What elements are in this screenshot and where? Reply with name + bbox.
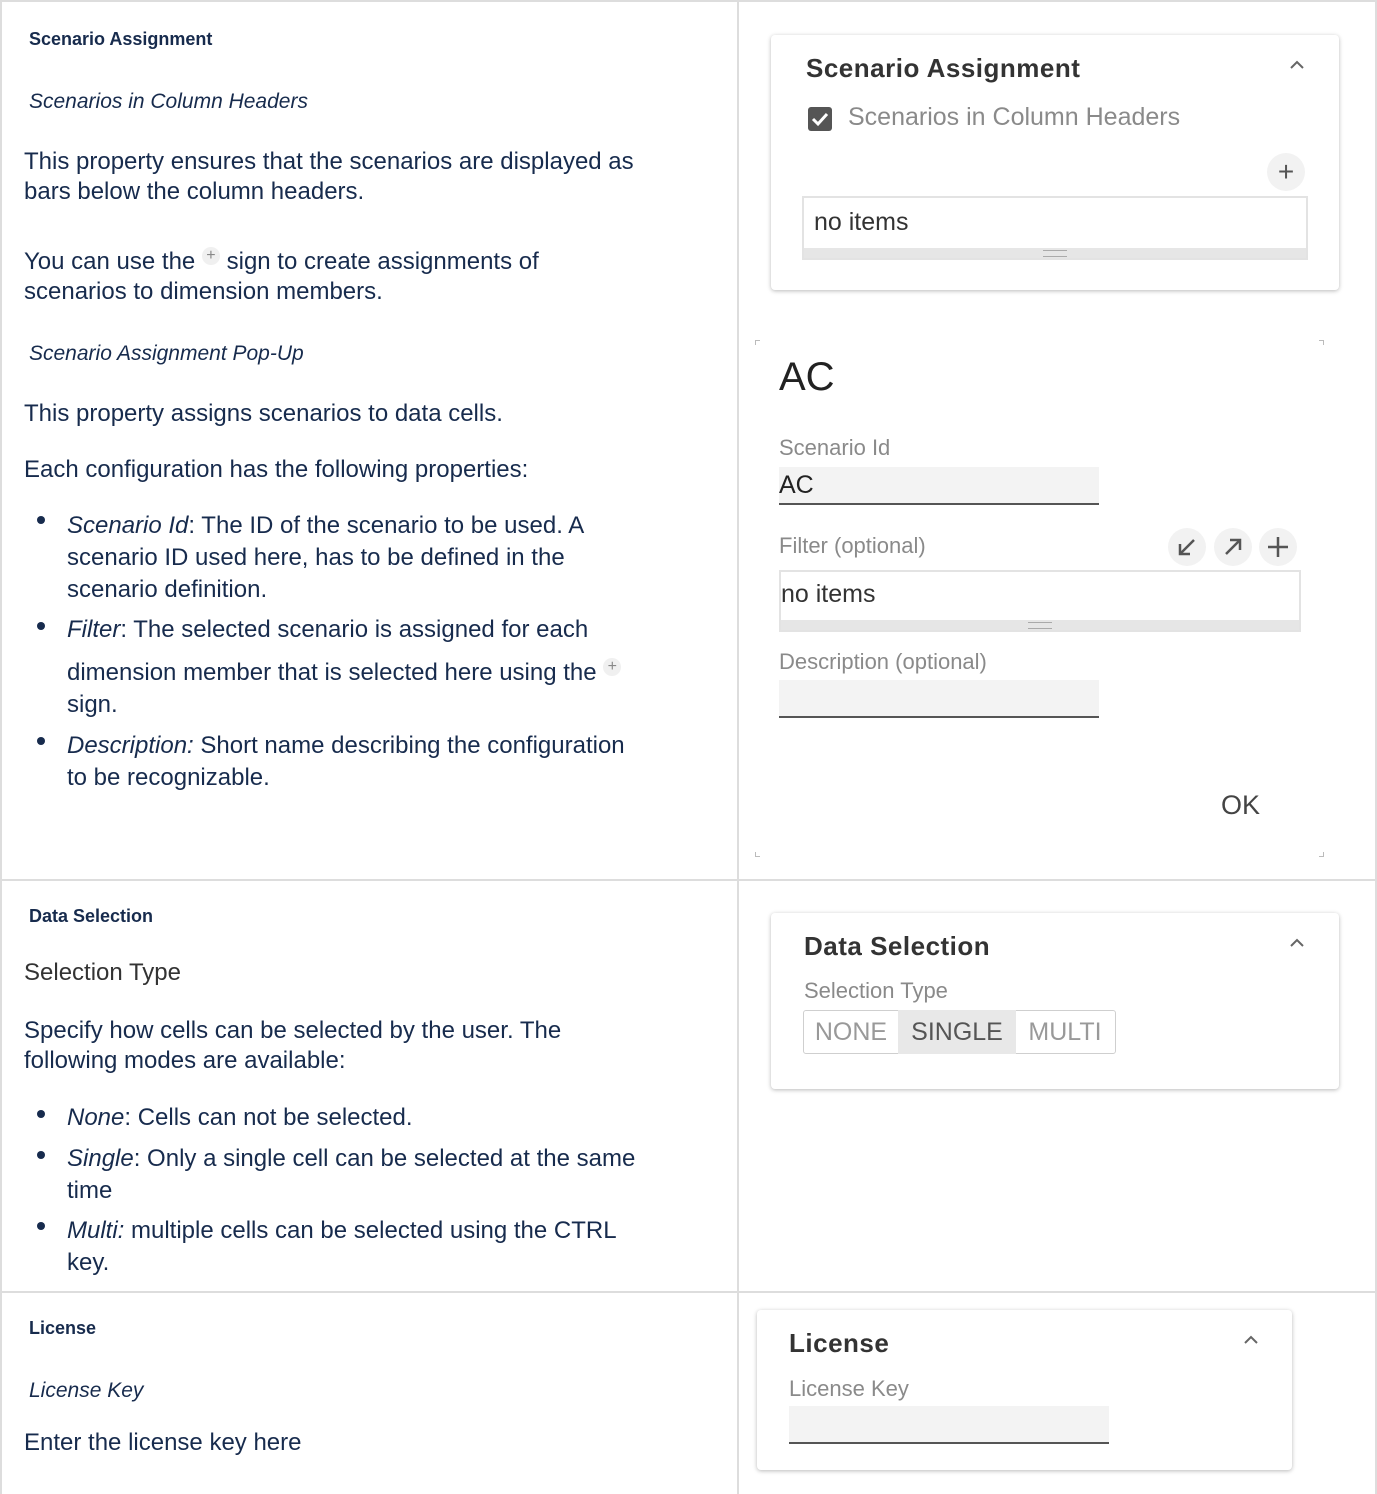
list-item: Filter: The selected scenario is assigne… xyxy=(67,614,588,646)
plus-icon: + xyxy=(201,247,220,265)
checkbox-label[interactable]: Scenarios in Column Headers xyxy=(848,103,1180,132)
list-item-cont: sign. xyxy=(67,691,118,718)
empty-list-text: no items xyxy=(814,208,909,236)
popup-title: AC xyxy=(779,355,835,399)
data-selection-card: Data Selection Selection Type xyxy=(771,913,1339,1089)
text-run: sign to create assignments of xyxy=(226,248,539,275)
paragraph-line: Enter the license key here xyxy=(24,1429,302,1456)
paragraph-line: Specify how cells can be selected by the… xyxy=(24,1017,562,1044)
chevron-up-icon[interactable] xyxy=(1287,55,1307,78)
ok-button[interactable]: OK xyxy=(1221,790,1260,821)
list-item-cont: dimension member that is selected here u… xyxy=(67,657,622,689)
card-title: Scenario Assignment xyxy=(806,53,1081,83)
paragraph-line: bars below the column headers. xyxy=(24,178,365,205)
subheading: Scenario Assignment Pop-Up xyxy=(29,342,304,365)
list-item-cont: scenario ID used here, has to be defined… xyxy=(67,544,565,571)
list-item-cont: time xyxy=(67,1177,113,1204)
scenario-id-value: AC xyxy=(779,471,814,499)
corner-mark xyxy=(1319,852,1324,857)
term: Filter xyxy=(67,616,121,643)
text-run: You can use the xyxy=(24,248,196,275)
scenario-list[interactable]: no items xyxy=(802,196,1308,260)
paragraph-line: You can use the + sign to create assignm… xyxy=(24,246,539,278)
card-title: Data Selection xyxy=(804,931,991,961)
list-item: Scenario Id: The ID of the scenario to b… xyxy=(67,510,584,542)
corner-mark xyxy=(755,340,760,345)
check-icon xyxy=(811,112,829,127)
description-label: Description (optional) xyxy=(779,649,987,674)
paragraph-line: following modes are available: xyxy=(24,1047,346,1074)
text-run: : The selected scenario is assigned for … xyxy=(120,616,589,643)
license-card: License License Key xyxy=(757,1310,1292,1470)
row-divider-1 xyxy=(0,879,1377,881)
arrow-up-right-icon[interactable] xyxy=(1214,528,1252,566)
license-key-label: License Key xyxy=(789,1376,909,1401)
scenario-id-input[interactable]: AC xyxy=(779,467,1099,505)
text-run: multiple cells can be selected using the… xyxy=(124,1217,617,1244)
text-run: Short name describing the configuration xyxy=(193,732,625,759)
corner-mark xyxy=(755,852,760,857)
filter-label: Filter (optional) xyxy=(779,533,926,558)
term: None xyxy=(67,1104,125,1131)
table-border-left xyxy=(0,0,2,1494)
plus-icon[interactable] xyxy=(1259,528,1297,566)
paragraph-line: This property ensures that the scenarios… xyxy=(24,148,634,175)
bullet-dot xyxy=(37,1222,45,1230)
license-key-input[interactable] xyxy=(789,1406,1109,1444)
text-run: : Only a single cell can be selected at … xyxy=(133,1145,636,1172)
list-item-cont: scenario definition. xyxy=(67,576,268,603)
bullet-dot xyxy=(37,1151,45,1159)
selection-type-label: Selection Type xyxy=(804,978,948,1003)
section-heading: Data Selection xyxy=(29,906,154,926)
chevron-up-icon[interactable] xyxy=(1287,933,1307,956)
bullet-dot xyxy=(37,622,45,630)
list-item-cont: key. xyxy=(67,1249,110,1276)
section-heading: License xyxy=(29,1318,97,1338)
corner-mark xyxy=(1319,340,1324,345)
empty-list-text: no items xyxy=(781,580,876,608)
text-run: : Cells can not be selected. xyxy=(124,1104,413,1131)
list-item-cont: to be recognizable. xyxy=(67,764,270,791)
option-none[interactable]: NONE xyxy=(804,1010,898,1054)
add-button[interactable]: + xyxy=(1267,153,1305,191)
list-item: Description: Short name describing the c… xyxy=(67,730,625,762)
term: Multi: xyxy=(67,1217,125,1244)
option-multi[interactable]: MULTI xyxy=(1016,1010,1114,1054)
paragraph-line: Each configuration has the following pro… xyxy=(24,456,529,483)
chevron-up-icon[interactable] xyxy=(1241,1330,1261,1353)
resize-grip-icon[interactable] xyxy=(804,248,1306,258)
arrow-down-left-icon[interactable] xyxy=(1168,528,1206,566)
filter-list[interactable]: no items xyxy=(779,570,1301,632)
term: Single xyxy=(67,1145,134,1172)
list-item: None: Cells can not be selected. xyxy=(67,1102,413,1134)
card-title: License xyxy=(789,1328,890,1358)
term: Scenario Id xyxy=(67,512,189,539)
plus-icon: + xyxy=(603,658,622,676)
term: Description: xyxy=(67,732,194,759)
list-item: Multi: multiple cells can be selected us… xyxy=(67,1215,617,1247)
subheading: Selection Type xyxy=(24,959,181,986)
subheading: License Key xyxy=(29,1379,144,1402)
description-input[interactable] xyxy=(779,680,1099,718)
resize-grip-icon[interactable] xyxy=(781,620,1299,630)
option-single[interactable]: SINGLE xyxy=(898,1010,1016,1054)
list-item: Single: Only a single cell can be select… xyxy=(67,1143,635,1175)
bullet-dot xyxy=(37,516,45,524)
scenario-assignment-card: Scenario Assignment Scenarios in Column … xyxy=(771,35,1339,290)
column-divider xyxy=(737,0,739,1494)
subheading: Scenarios in Column Headers xyxy=(29,90,308,113)
paragraph-line: This property assigns scenarios to data … xyxy=(24,400,503,427)
scenario-id-label: Scenario Id xyxy=(779,435,891,460)
checkbox[interactable] xyxy=(808,107,832,131)
bullet-dot xyxy=(37,737,45,745)
text-run: : The ID of the scenario to be used. A xyxy=(188,512,585,539)
paragraph-line: scenarios to dimension members. xyxy=(24,278,383,305)
bullet-dot xyxy=(37,1110,45,1118)
section-heading: Scenario Assignment xyxy=(29,29,213,49)
text-run: dimension member that is selected here u… xyxy=(67,659,597,686)
table-border-top xyxy=(0,0,1377,2)
row-divider-2 xyxy=(0,1291,1377,1293)
